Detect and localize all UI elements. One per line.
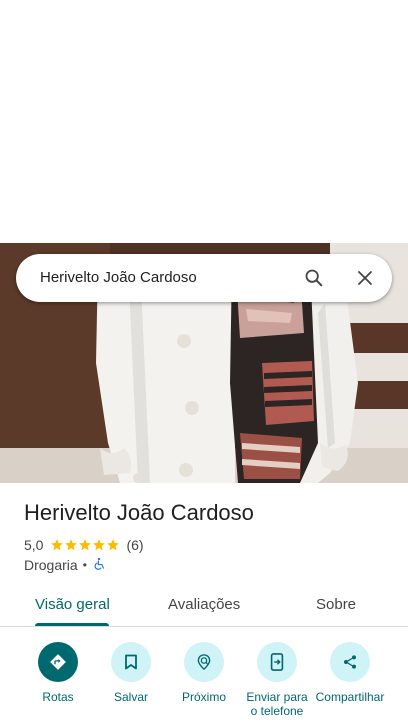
close-icon[interactable] — [353, 266, 377, 290]
save-button[interactable]: Salvar — [93, 642, 169, 704]
share-button[interactable]: Compartilhar — [312, 642, 388, 704]
star-icon — [107, 539, 120, 551]
send-to-phone-icon — [257, 642, 297, 682]
star-icon — [79, 539, 92, 551]
tab-reviews[interactable]: Avaliações — [168, 585, 240, 626]
separator: • — [82, 558, 87, 572]
nearby-label: Próximo — [181, 690, 226, 704]
save-label: Salvar — [113, 690, 148, 704]
share-label: Compartilhar — [315, 690, 385, 704]
bookmark-icon — [111, 642, 151, 682]
place-category: Drogaria — [24, 557, 78, 573]
wheelchair-icon — [92, 557, 106, 574]
star-icon — [93, 539, 106, 551]
active-tab-indicator — [35, 623, 109, 626]
send-to-phone-button[interactable]: Enviar para o telefone — [239, 642, 315, 718]
rating-row[interactable]: 5,0 (6) — [24, 535, 144, 555]
category-row: Drogaria • — [24, 555, 106, 575]
search-bar[interactable]: Herivelto João Cardoso — [16, 254, 392, 302]
tab-bar: Visão geral Avaliações Sobre — [0, 585, 408, 627]
share-icon — [330, 642, 370, 682]
place-name: Herivelto João Cardoso — [24, 500, 254, 525]
review-count: (6) — [126, 537, 144, 553]
nearby-icon — [184, 642, 224, 682]
search-icon[interactable] — [302, 266, 326, 290]
star-icon — [51, 539, 64, 551]
directions-label: Rotas — [42, 690, 74, 704]
star-rating — [50, 538, 120, 552]
directions-button[interactable]: Rotas — [20, 642, 96, 704]
search-input[interactable]: Herivelto João Cardoso — [40, 254, 197, 302]
tab-about[interactable]: Sobre — [316, 585, 356, 626]
nearby-button[interactable]: Próximo — [166, 642, 242, 704]
map-area — [0, 0, 408, 243]
rating-value: 5,0 — [24, 537, 44, 553]
send-to-phone-label: Enviar para o telefone — [246, 690, 308, 718]
star-icon — [65, 539, 78, 551]
directions-icon — [38, 642, 78, 682]
tab-overview[interactable]: Visão geral — [35, 585, 110, 626]
